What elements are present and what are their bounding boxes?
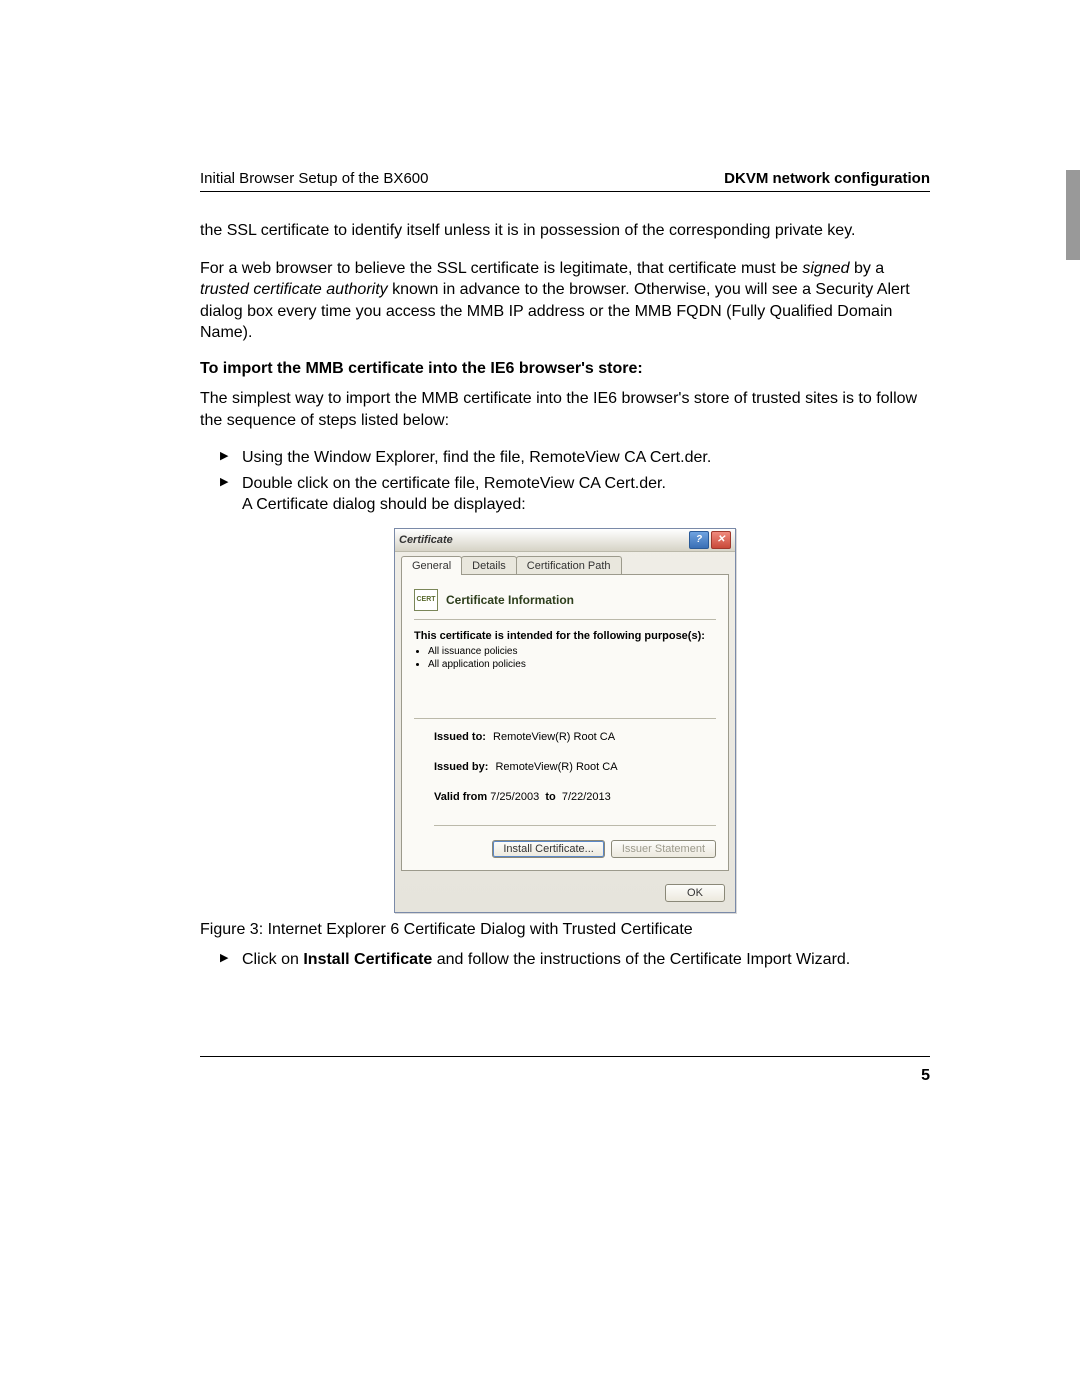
issued-to-row: Issued to: RemoteView(R) Root CA [434,731,716,743]
purposes-list: All issuance policies All application po… [428,646,716,670]
list-item: Click on Install Certificate and follow … [220,949,930,971]
valid-from-value: 7/25/2003 [490,791,539,803]
dialog-titlebar: Certificate ? ✕ [395,529,735,552]
valid-to-value: 7/22/2013 [562,791,611,803]
issued-by-row: Issued by: RemoteView(R) Root CA [434,761,716,773]
tab-certification-path[interactable]: Certification Path [516,556,622,575]
text: and follow the instructions of the Certi… [432,951,850,968]
list-item: All application policies [428,659,716,670]
header-right: DKVM network configuration [724,170,930,187]
help-icon[interactable]: ? [689,531,709,549]
tab-general[interactable]: General [401,556,462,575]
info-title-row: CERT Certificate Information [414,587,716,620]
issued-to-label: Issued to: [434,731,486,743]
text: Double click on the certificate file, Re… [242,475,666,492]
issued-to-value: RemoteView(R) Root CA [493,731,615,743]
list-item: Using the Window Explorer, find the file… [220,447,930,469]
spacer-rule [414,672,716,719]
body-text: the SSL certificate to identify itself u… [200,220,930,971]
tab-details[interactable]: Details [461,556,517,575]
figure-caption: Figure 3: Internet Explorer 6 Certificat… [200,921,930,939]
install-certificate-button[interactable]: Install Certificate... [492,840,604,858]
valid-from-label: Valid from [434,791,487,803]
dialog-footer: OK [395,878,735,912]
steps-list-2: Click on Install Certificate and follow … [200,949,930,971]
paragraph-ssl: the SSL certificate to identify itself u… [200,220,930,242]
text: For a web browser to believe the SSL cer… [200,260,802,277]
valid-to-label: to [545,791,555,803]
document-page: Initial Browser Setup of the BX600 DKVM … [0,0,1080,1397]
issued-by-value: RemoteView(R) Root CA [495,761,617,773]
issued-by-label: Issued by: [434,761,488,773]
text-tca: trusted certificate authority [200,281,388,298]
page-header: Initial Browser Setup of the BX600 DKVM … [200,170,930,192]
page-number: 5 [921,1067,930,1085]
dialog-tabs: General Details Certification Path [395,552,735,575]
section-title: To import the MMB certificate into the I… [200,360,930,378]
close-icon[interactable]: ✕ [711,531,731,549]
ok-button[interactable]: OK [665,884,725,902]
intended-label: This certificate is intended for the fol… [414,630,716,642]
paragraph-trust: For a web browser to believe the SSL cer… [200,258,930,344]
tab-panel-general: CERT Certificate Information This certif… [401,574,729,871]
text: A Certificate dialog should be displayed… [242,496,526,513]
valid-row: Valid from 7/25/2003 to 7/22/2013 [434,791,716,826]
panel-buttons: Install Certificate... Issuer Statement [414,840,716,858]
text: Click on [242,951,303,968]
info-title: Certificate Information [446,593,574,607]
paragraph-import-intro: The simplest way to import the MMB certi… [200,388,930,431]
footer-rule [200,1056,930,1057]
text-signed: signed [802,260,849,277]
dialog-title: Certificate [399,534,453,546]
list-item: All issuance policies [428,646,716,657]
list-item: Double click on the certificate file, Re… [220,473,930,516]
certificate-icon: CERT [414,589,438,611]
header-left: Initial Browser Setup of the BX600 [200,170,428,187]
dialog-figure: Certificate ? ✕ General Details Certific… [200,528,930,913]
issuer-statement-button: Issuer Statement [611,840,716,858]
steps-list-1: Using the Window Explorer, find the file… [200,447,930,516]
certificate-dialog: Certificate ? ✕ General Details Certific… [394,528,736,913]
text-bold: Install Certificate [303,951,432,968]
text: by a [850,260,885,277]
